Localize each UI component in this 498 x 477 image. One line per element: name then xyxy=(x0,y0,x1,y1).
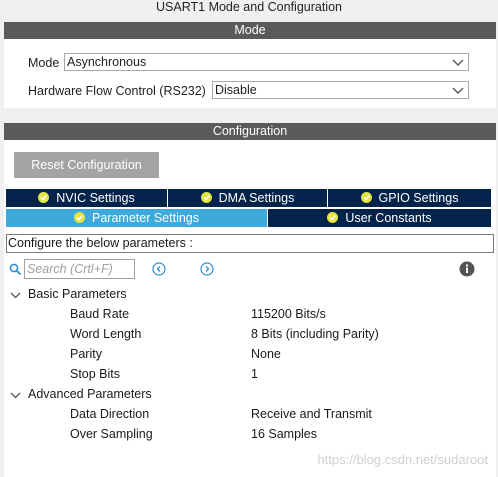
watermark: https://blog.csdn.net/sudaroot xyxy=(317,452,488,467)
chevron-down-icon[interactable] xyxy=(10,289,21,303)
mode-select-value: Asynchronous xyxy=(67,55,147,69)
previous-result-icon[interactable] xyxy=(152,262,166,279)
tab-gpio-settings[interactable]: GPIO Settings xyxy=(328,189,491,207)
param-name: Stop Bits xyxy=(70,367,121,381)
tab-label: Parameter Settings xyxy=(92,211,199,225)
check-circle-icon xyxy=(38,192,50,203)
tab-nvic-settings[interactable]: NVIC Settings xyxy=(6,189,167,207)
configuration-section-header[interactable]: Configuration xyxy=(4,123,496,140)
mode-section-header[interactable]: Mode xyxy=(4,22,496,39)
param-name: Word Length xyxy=(70,327,142,341)
param-name: Over Sampling xyxy=(70,427,153,441)
flow-control-select[interactable]: Disable xyxy=(212,81,469,99)
tab-label: GPIO Settings xyxy=(378,191,459,205)
reset-configuration-button[interactable]: Reset Configuration xyxy=(14,152,159,178)
mode-label: Mode xyxy=(28,56,60,70)
mode-select[interactable]: Asynchronous xyxy=(64,53,469,71)
param-name: Baud Rate xyxy=(70,307,130,321)
advanced-parameters-group[interactable]: Advanced Parameters xyxy=(28,386,152,402)
window-title: USART1 Mode and Configuration xyxy=(156,0,342,14)
next-result-icon[interactable] xyxy=(200,262,214,279)
param-name: Parity xyxy=(70,347,102,361)
flow-control-select-value: Disable xyxy=(215,83,257,97)
configure-instructions: Configure the below parameters : xyxy=(6,234,494,253)
chevron-down-icon xyxy=(452,84,464,96)
tab-label: NVIC Settings xyxy=(56,191,135,205)
param-value[interactable]: None xyxy=(251,346,281,362)
chevron-down-icon xyxy=(452,56,464,68)
param-value[interactable]: 1 xyxy=(251,366,258,382)
check-circle-icon xyxy=(327,212,339,223)
chevron-down-icon[interactable] xyxy=(10,389,21,403)
tab-label: User Constants xyxy=(345,211,432,225)
search-icon xyxy=(9,263,22,279)
flow-control-label: Hardware Flow Control (RS232) xyxy=(28,84,206,98)
param-name: Data Direction xyxy=(70,407,150,421)
tab-label: DMA Settings xyxy=(218,191,295,205)
check-circle-icon xyxy=(360,192,372,203)
check-circle-icon xyxy=(200,192,212,203)
info-icon[interactable] xyxy=(459,261,475,280)
tab-dma-settings[interactable]: DMA Settings xyxy=(168,189,327,207)
tab-user-constants[interactable]: User Constants xyxy=(268,209,491,227)
param-value[interactable]: Receive and Transmit xyxy=(251,406,372,422)
basic-parameters-group[interactable]: Basic Parameters xyxy=(28,286,127,302)
tab-parameter-settings[interactable]: Parameter Settings xyxy=(6,209,267,227)
check-circle-icon xyxy=(74,212,85,223)
param-value[interactable]: 16 Samples xyxy=(251,426,317,442)
search-placeholder: Search (Crtl+F) xyxy=(27,262,113,276)
param-value[interactable]: 115200 Bits/s xyxy=(251,306,326,322)
param-value[interactable]: 8 Bits (including Parity) xyxy=(251,326,379,342)
search-input[interactable]: Search (Crtl+F) xyxy=(24,259,135,279)
